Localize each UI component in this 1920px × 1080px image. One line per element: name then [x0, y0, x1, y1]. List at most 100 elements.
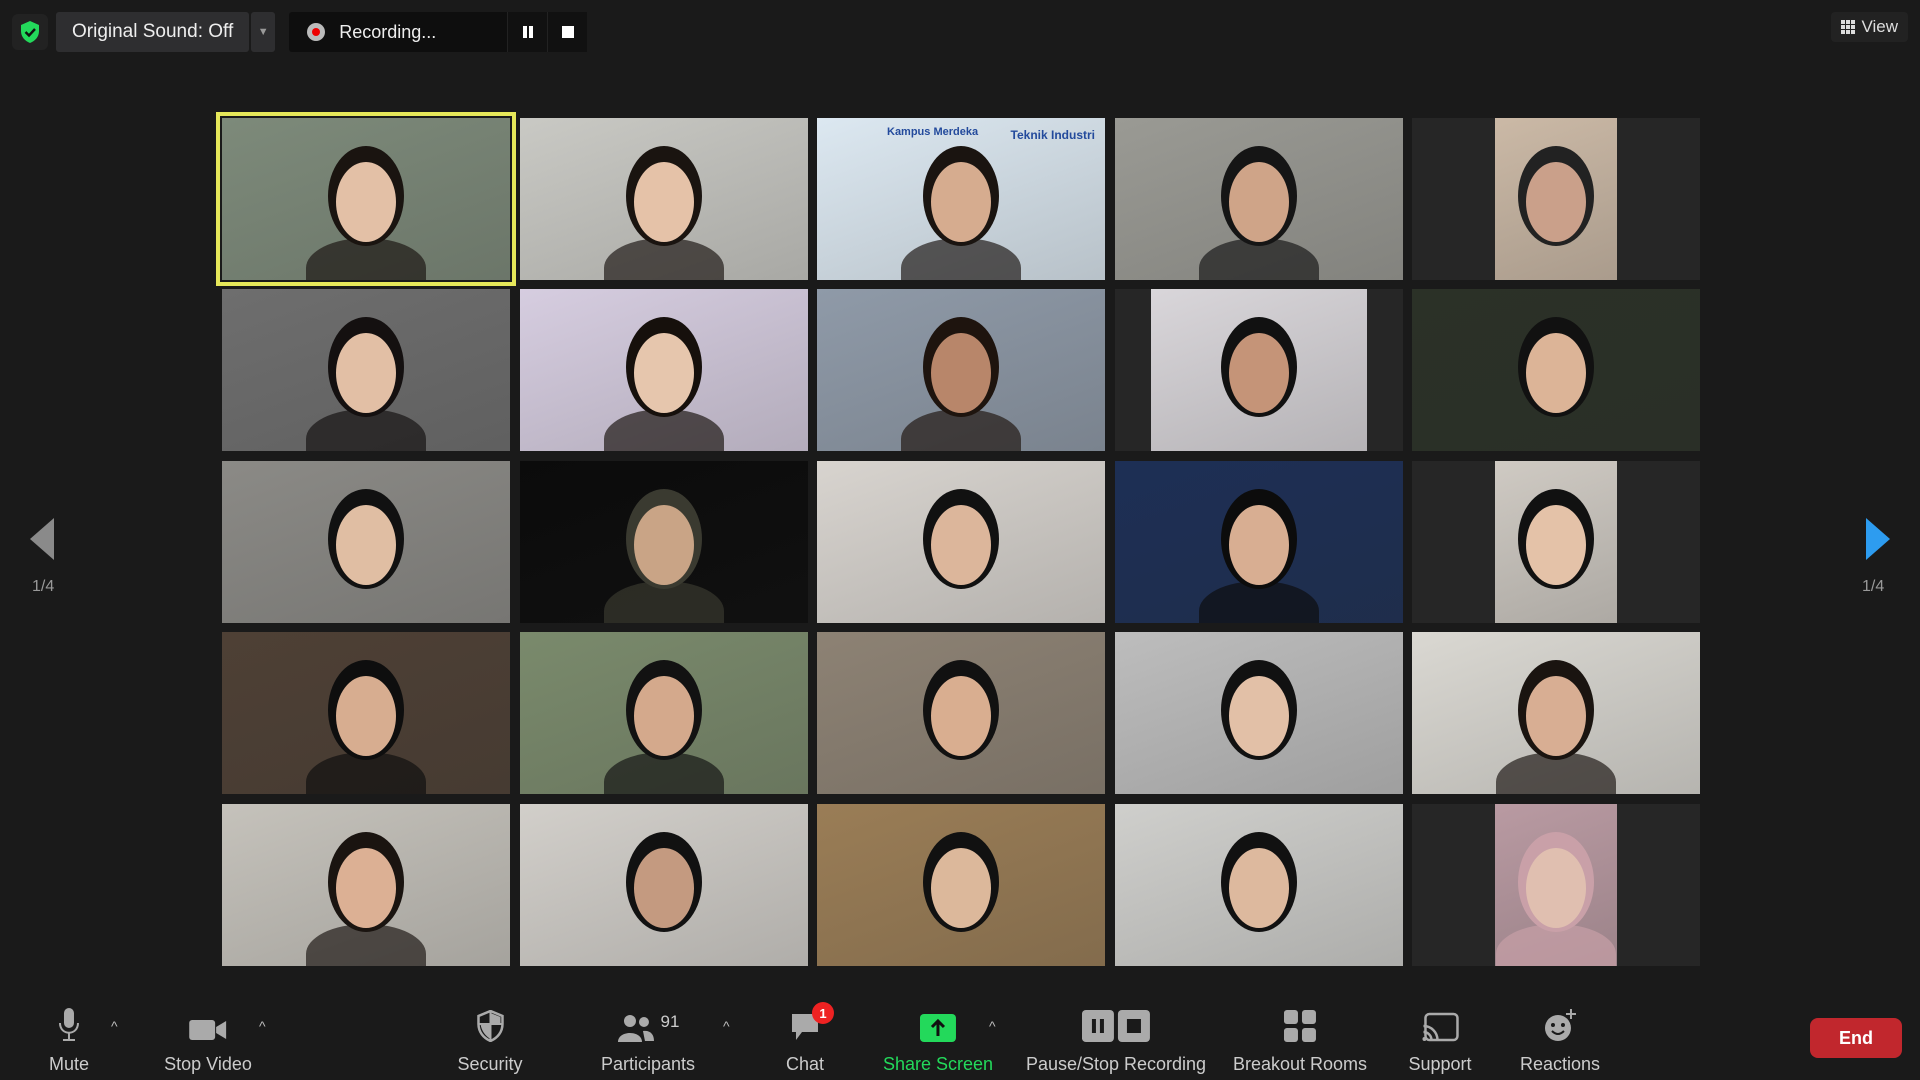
video-tile[interactable]: [222, 460, 510, 623]
participant-face: [336, 676, 396, 757]
video-tile[interactable]: [1114, 460, 1403, 623]
participants-button[interactable]: 91 Participants: [601, 1008, 695, 1075]
participant-face: [1526, 847, 1586, 928]
video-tile[interactable]: [817, 632, 1105, 795]
recording-label: Recording...: [339, 21, 437, 42]
page-indicator-left: 1/4: [32, 578, 55, 595]
video-tile[interactable]: [817, 460, 1105, 623]
share-screen-label: Share Screen: [882, 1054, 994, 1074]
support-label: Support: [1408, 1054, 1472, 1074]
microphone-icon: [59, 1008, 79, 1041]
banner-brand-text: Kampus Merdeka: [887, 126, 979, 138]
stop-video-label: Stop Video: [164, 1054, 252, 1074]
video-tile[interactable]: [1412, 289, 1700, 452]
participant-face: [633, 847, 694, 928]
video-tile[interactable]: [1114, 289, 1403, 452]
participant-face: [336, 162, 396, 242]
end-meeting-button[interactable]: End: [1810, 1018, 1902, 1058]
stop-recording-button[interactable]: [547, 12, 588, 52]
video-tile[interactable]: [1114, 632, 1403, 795]
stop-video-button[interactable]: Stop Video: [164, 1008, 252, 1075]
participant-face: [931, 676, 991, 757]
banner-dept-text: Teknik Industri: [1010, 128, 1095, 142]
video-tile[interactable]: [222, 289, 510, 452]
video-tile[interactable]: [1114, 803, 1403, 966]
video-tile[interactable]: Kampus Merdeka Teknik Industri: [817, 118, 1105, 280]
video-tile[interactable]: [519, 632, 808, 795]
pause-recording-button[interactable]: [507, 12, 548, 52]
video-tile[interactable]: [222, 632, 510, 795]
participants-options-caret-icon[interactable]: ^: [723, 1018, 730, 1034]
chevron-down-icon: ▼: [257, 26, 269, 38]
chat-button[interactable]: 1 Chat: [785, 1002, 834, 1075]
encryption-shield-icon[interactable]: [12, 14, 48, 50]
participant-face: [1228, 162, 1289, 242]
video-tile[interactable]: [817, 803, 1105, 966]
mute-button[interactable]: Mute: [49, 1008, 89, 1075]
chat-unread-badge: 1: [812, 1002, 834, 1024]
video-tile[interactable]: [1114, 118, 1403, 280]
participant-face: [1228, 847, 1289, 928]
video-tile[interactable]: [1412, 460, 1700, 623]
original-sound-toggle[interactable]: Original Sound: Off: [56, 12, 250, 52]
participant-face: [1526, 676, 1586, 757]
participant-face: [336, 847, 396, 928]
share-options-caret-icon[interactable]: ^: [989, 1018, 996, 1034]
participant-face: [336, 333, 396, 414]
video-tile[interactable]: [519, 460, 808, 623]
recording-dot-icon: [307, 23, 326, 41]
video-tile[interactable]: [1412, 118, 1700, 280]
recording-indicator: Recording...: [289, 12, 588, 52]
mute-label: Mute: [48, 1054, 90, 1074]
original-sound-dropdown[interactable]: ▼: [251, 12, 276, 52]
participant-count: 91: [660, 1012, 680, 1031]
security-button[interactable]: Security: [457, 1008, 523, 1075]
video-options-caret-icon[interactable]: ^: [259, 1018, 266, 1034]
video-tile[interactable]: [519, 289, 808, 452]
breakout-rooms-button[interactable]: Breakout Rooms: [1233, 1008, 1367, 1075]
reactions-button[interactable]: Reactions: [1520, 1008, 1600, 1075]
participant-face: [1228, 333, 1289, 414]
grid-icon: [1841, 20, 1856, 34]
participant-face: [931, 847, 991, 928]
video-tile[interactable]: [222, 803, 510, 966]
security-shield-icon: [476, 1010, 504, 1042]
participant-face: [1228, 504, 1289, 585]
view-button[interactable]: View: [1831, 12, 1908, 42]
video-tile[interactable]: [817, 289, 1105, 452]
security-label: Security: [457, 1054, 523, 1074]
pause-stop-recording-button[interactable]: Pause/Stop Recording: [1026, 1008, 1206, 1075]
page-indicator-right: 1/4: [1862, 578, 1885, 595]
participant-face: [633, 504, 694, 585]
audio-options-caret-icon[interactable]: ^: [111, 1018, 118, 1034]
support-button[interactable]: Support: [1408, 1008, 1472, 1075]
breakout-rooms-label: Breakout Rooms: [1232, 1054, 1368, 1074]
video-tile[interactable]: [1412, 803, 1700, 966]
participants-label: Participants: [600, 1054, 696, 1074]
participant-face: [931, 504, 991, 585]
next-page-arrow-icon[interactable]: [1866, 518, 1890, 560]
reactions-label: Reactions: [1519, 1054, 1601, 1074]
pause-stop-recording-label: Pause/Stop Recording: [1025, 1054, 1207, 1074]
pause-stop-recording-icon: [1082, 1010, 1150, 1042]
participant-face: [633, 162, 694, 242]
participant-face: [1526, 162, 1586, 242]
participant-face: [931, 333, 991, 414]
participants-icon: [617, 1015, 654, 1042]
video-camera-icon: [189, 1020, 226, 1040]
video-tile[interactable]: [519, 118, 808, 280]
support-cast-icon: [1421, 1012, 1459, 1042]
video-tile[interactable]: [1412, 632, 1700, 795]
previous-page-arrow-icon[interactable]: [30, 518, 54, 560]
share-screen-button[interactable]: Share Screen: [883, 1008, 993, 1075]
view-label: View: [1861, 17, 1898, 36]
stop-icon: [561, 26, 574, 38]
meeting-top-bar: Original Sound: Off ▼ Recording...: [12, 12, 588, 52]
participant-face: [633, 333, 694, 414]
meeting-toolbar: Mute ^ Stop Video ^ Security 91 Particip…: [0, 990, 1920, 1080]
pause-icon: [522, 26, 533, 38]
video-tile[interactable]: [519, 803, 808, 966]
reactions-smiley-icon: [1544, 1009, 1576, 1041]
video-tile-active-speaker[interactable]: [216, 112, 516, 286]
chat-label: Chat: [785, 1054, 825, 1074]
